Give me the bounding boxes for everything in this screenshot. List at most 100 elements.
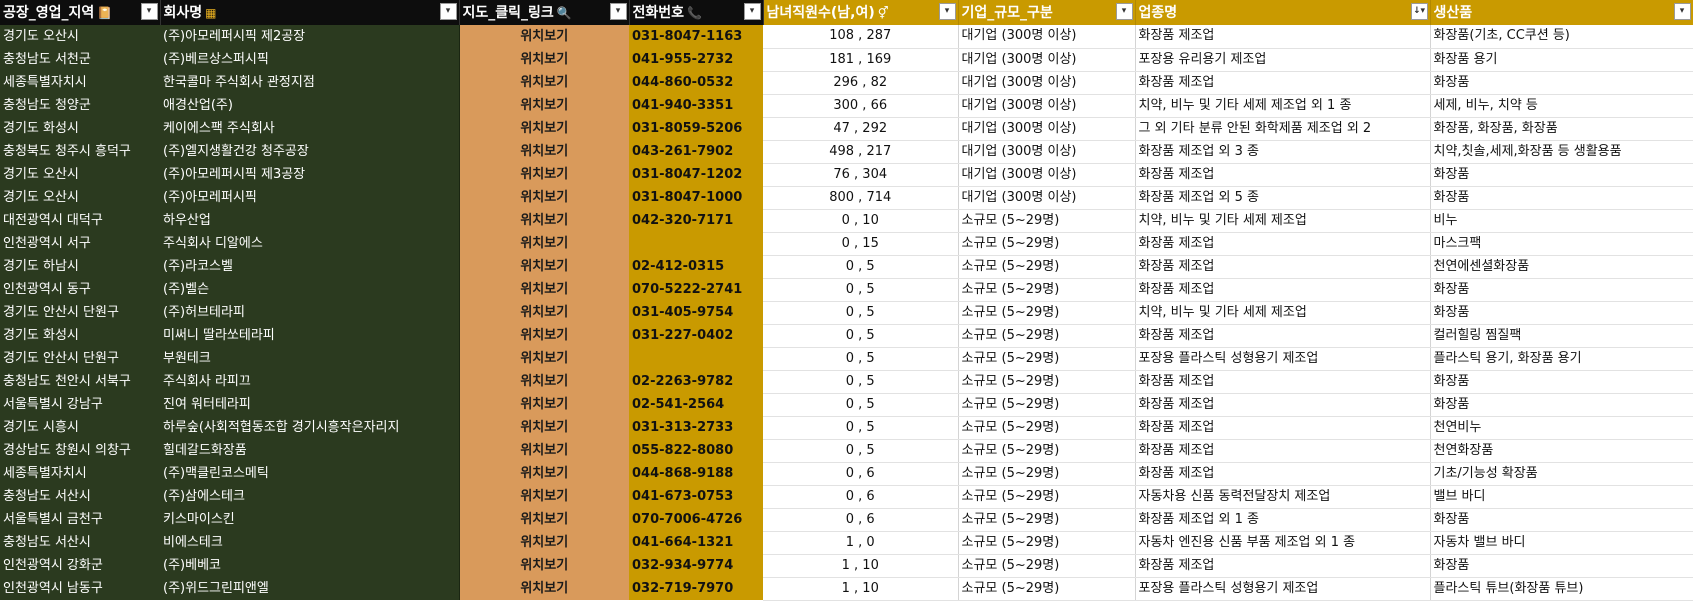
cell-region[interactable]: 경기도 오산시 <box>0 163 160 186</box>
cell-industry[interactable]: 그 외 기타 분류 안된 화학제품 제조업 외 2 <box>1135 117 1431 141</box>
filter-dropdown-button[interactable]: ▾ <box>609 3 627 20</box>
cell-company[interactable]: (주)베베코 <box>160 554 460 577</box>
cell-phone[interactable]: 02-412-0315 <box>629 255 763 278</box>
cell-map-link[interactable]: 위치보기 <box>459 439 629 462</box>
cell-company[interactable]: (주)아모레퍼시픽 제3공장 <box>160 163 460 186</box>
filter-dropdown-button[interactable]: ▾ <box>1673 3 1691 20</box>
cell-staff-count[interactable]: 498 , 217 <box>763 140 959 164</box>
cell-staff-count[interactable]: 0 , 5 <box>763 439 959 463</box>
cell-company[interactable]: 애경산업(주) <box>160 94 460 117</box>
cell-region[interactable]: 경기도 시흥시 <box>0 416 160 439</box>
cell-product[interactable]: 화장품 <box>1430 278 1693 302</box>
cell-company-size[interactable]: 소규모 (5~29명) <box>958 577 1136 601</box>
cell-region[interactable]: 경기도 하남시 <box>0 255 160 278</box>
cell-staff-count[interactable]: 181 , 169 <box>763 48 959 72</box>
cell-region[interactable]: 충청남도 서산시 <box>0 485 160 508</box>
cell-company-size[interactable]: 대기업 (300명 이상) <box>958 48 1136 72</box>
cell-product[interactable]: 화장품 <box>1430 370 1693 394</box>
cell-map-link[interactable]: 위치보기 <box>459 531 629 554</box>
cell-industry[interactable]: 화장품 제조업 <box>1135 255 1431 279</box>
cell-company[interactable]: (주)아모레퍼시픽 제2공장 <box>160 25 460 48</box>
column-header-phone[interactable]: 전화번호 📞 ▾ <box>629 0 764 25</box>
column-header-product[interactable]: 생산품 ▾ <box>1430 0 1693 25</box>
cell-industry[interactable]: 화장품 제조업 <box>1135 439 1431 463</box>
cell-company-size[interactable]: 소규모 (5~29명) <box>958 462 1136 486</box>
cell-company-size[interactable]: 소규모 (5~29명) <box>958 485 1136 509</box>
cell-industry[interactable]: 화장품 제조업 외 5 종 <box>1135 186 1431 210</box>
cell-phone[interactable]: 031-8047-1163 <box>629 25 763 48</box>
cell-product[interactable]: 화장품 <box>1430 554 1693 578</box>
cell-company[interactable]: 주식회사 라피끄 <box>160 370 460 393</box>
cell-company-size[interactable]: 소규모 (5~29명) <box>958 508 1136 532</box>
cell-product[interactable]: 세제, 비누, 치약 등 <box>1430 94 1693 118</box>
cell-map-link[interactable]: 위치보기 <box>459 301 629 324</box>
cell-map-link[interactable]: 위치보기 <box>459 278 629 301</box>
cell-company[interactable]: 케이에스팩 주식회사 <box>160 117 460 140</box>
cell-region[interactable]: 인천광역시 서구 <box>0 232 160 255</box>
cell-map-link[interactable]: 위치보기 <box>459 117 629 140</box>
cell-staff-count[interactable]: 0 , 6 <box>763 508 959 532</box>
cell-company-size[interactable]: 대기업 (300명 이상) <box>958 94 1136 118</box>
cell-company-size[interactable]: 대기업 (300명 이상) <box>958 186 1136 210</box>
cell-staff-count[interactable]: 0 , 6 <box>763 485 959 509</box>
cell-company[interactable]: 키스마이스킨 <box>160 508 460 531</box>
filter-dropdown-button[interactable]: ▾ <box>938 3 956 20</box>
cell-phone[interactable]: 041-940-3351 <box>629 94 763 117</box>
cell-phone[interactable] <box>629 232 763 255</box>
cell-industry[interactable]: 포장용 플라스틱 성형용기 제조업 <box>1135 577 1431 601</box>
cell-map-link[interactable]: 위치보기 <box>459 347 629 370</box>
cell-staff-count[interactable]: 108 , 287 <box>763 25 959 49</box>
cell-industry[interactable]: 화장품 제조업 외 1 종 <box>1135 508 1431 532</box>
cell-staff-count[interactable]: 47 , 292 <box>763 117 959 141</box>
cell-company-size[interactable]: 소규모 (5~29명) <box>958 209 1136 233</box>
cell-map-link[interactable]: 위치보기 <box>459 370 629 393</box>
cell-phone[interactable]: 070-5222-2741 <box>629 278 763 301</box>
cell-staff-count[interactable]: 1 , 10 <box>763 554 959 578</box>
cell-company-size[interactable]: 소규모 (5~29명) <box>958 439 1136 463</box>
cell-product[interactable]: 밸브 바디 <box>1430 485 1693 509</box>
cell-map-link[interactable]: 위치보기 <box>459 508 629 531</box>
cell-product[interactable]: 화장품, 화장품, 화장품 <box>1430 117 1693 141</box>
cell-phone[interactable]: 041-673-0753 <box>629 485 763 508</box>
cell-region[interactable]: 인천광역시 남동구 <box>0 577 160 600</box>
column-header-map-link[interactable]: 지도_클릭_링크 🔍 ▾ <box>459 0 630 25</box>
cell-product[interactable]: 화장품 용기 <box>1430 48 1693 72</box>
cell-company[interactable]: (주)벨슨 <box>160 278 460 301</box>
cell-region[interactable]: 경기도 화성시 <box>0 324 160 347</box>
cell-company-size[interactable]: 소규모 (5~29명) <box>958 255 1136 279</box>
cell-map-link[interactable]: 위치보기 <box>459 393 629 416</box>
cell-product[interactable]: 플라스틱 용기, 화장품 용기 <box>1430 347 1693 371</box>
cell-product[interactable]: 기초/기능성 확장품 <box>1430 462 1693 486</box>
cell-industry[interactable]: 치약, 비누 및 기타 세제 제조업 외 1 종 <box>1135 94 1431 118</box>
cell-map-link[interactable]: 위치보기 <box>459 462 629 485</box>
cell-industry[interactable]: 화장품 제조업 <box>1135 416 1431 440</box>
cell-phone[interactable]: 031-8047-1202 <box>629 163 763 186</box>
cell-company-size[interactable]: 소규모 (5~29명) <box>958 347 1136 371</box>
cell-product[interactable]: 자동차 밸브 바디 <box>1430 531 1693 555</box>
cell-company[interactable]: 비에스테크 <box>160 531 460 554</box>
cell-company-size[interactable]: 대기업 (300명 이상) <box>958 163 1136 187</box>
cell-phone[interactable]: 043-261-7902 <box>629 140 763 163</box>
cell-company-size[interactable]: 대기업 (300명 이상) <box>958 117 1136 141</box>
cell-staff-count[interactable]: 0 , 6 <box>763 462 959 486</box>
cell-map-link[interactable]: 위치보기 <box>459 71 629 94</box>
cell-region[interactable]: 충청남도 천안시 서북구 <box>0 370 160 393</box>
cell-company[interactable]: (주)위드그린피앤엘 <box>160 577 460 600</box>
cell-company[interactable]: 하우산업 <box>160 209 460 232</box>
cell-map-link[interactable]: 위치보기 <box>459 48 629 71</box>
cell-region[interactable]: 경기도 오산시 <box>0 186 160 209</box>
cell-region[interactable]: 충청북도 청주시 흥덕구 <box>0 140 160 163</box>
cell-industry[interactable]: 화장품 제조업 외 3 종 <box>1135 140 1431 164</box>
cell-region[interactable]: 서울특별시 금천구 <box>0 508 160 531</box>
cell-region[interactable]: 경상남도 창원시 의창구 <box>0 439 160 462</box>
cell-industry[interactable]: 화장품 제조업 <box>1135 71 1431 95</box>
cell-company[interactable]: 하루숲(사회적협동조합 경기시흥작은자리지 <box>160 416 460 439</box>
cell-company-size[interactable]: 소규모 (5~29명) <box>958 232 1136 256</box>
cell-company-size[interactable]: 소규모 (5~29명) <box>958 416 1136 440</box>
cell-industry[interactable]: 치약, 비누 및 기타 세제 제조업 <box>1135 209 1431 233</box>
cell-company[interactable]: 주식회사 디알에스 <box>160 232 460 255</box>
cell-staff-count[interactable]: 1 , 10 <box>763 577 959 601</box>
cell-region[interactable]: 서울특별시 강남구 <box>0 393 160 416</box>
cell-map-link[interactable]: 위치보기 <box>459 140 629 163</box>
filter-dropdown-button[interactable]: ▾ <box>1115 3 1133 20</box>
